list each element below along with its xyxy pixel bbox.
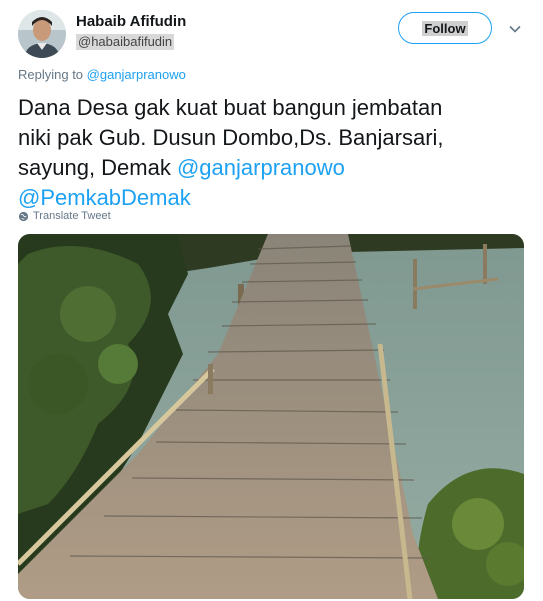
tweet-photo[interactable] <box>18 234 524 599</box>
tweet-card: Habaib Afifudin @habaibafifudin Follow R… <box>0 0 543 601</box>
chevron-down-icon[interactable] <box>508 22 522 36</box>
mention-link[interactable]: @ganjarpranowo <box>177 155 345 180</box>
replying-to-prefix: Replying to <box>18 67 87 82</box>
replying-to: Replying to @ganjarpranowo <box>18 67 186 82</box>
follow-button[interactable]: Follow <box>398 12 492 44</box>
mention-link[interactable]: @PemkabDemak <box>18 185 191 210</box>
display-name[interactable]: Habaib Afifudin <box>76 12 186 32</box>
follow-button-label: Follow <box>422 20 468 36</box>
tweet-text-line: Dana Desa gak kuat buat bangun jembatan <box>18 95 443 120</box>
avatar[interactable] <box>18 10 66 58</box>
replying-to-mention[interactable]: @ganjarpranowo <box>87 67 186 82</box>
tweet-text-line: sayung, Demak @ganjarpranowo <box>18 153 528 183</box>
tweet-text-line: niki pak Gub. Dusun Dombo,Ds. Banjarsari… <box>18 125 444 150</box>
tweet-text-segment: sayung, Demak <box>18 155 177 180</box>
tweet-text: Dana Desa gak kuat buat bangun jembatan … <box>18 93 528 213</box>
translate-label: Translate Tweet <box>33 210 111 222</box>
handle[interactable]: @habaibafifudin <box>76 34 175 50</box>
translate-tweet[interactable]: Translate Tweet <box>18 210 111 222</box>
tweet-text-line: @PemkabDemak <box>18 183 528 213</box>
globe-icon <box>18 211 29 221</box>
author-block: Habaib Afifudin @habaibafifudin <box>76 12 186 51</box>
